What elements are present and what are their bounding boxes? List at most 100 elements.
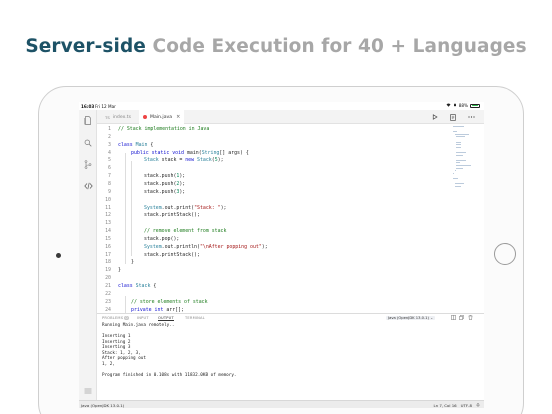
- panel-tabs: PROBLEMS 0 INPUT OUTPUT TERMINAL Java (Op…: [97, 314, 484, 322]
- code-line[interactable]: 13: [97, 220, 437, 228]
- bell-icon[interactable]: [476, 403, 480, 408]
- minimap-line: [456, 144, 461, 146]
- code-editor[interactable]: 1 // Stack implementation in Java 2 3 class …: [97, 124, 484, 313]
- code-icon[interactable]: [83, 181, 93, 191]
- code-line[interactable]: 2: [97, 134, 437, 142]
- code-token: {: [147, 141, 154, 148]
- line-number: 11: [105, 204, 111, 211]
- code-line[interactable]: 10: [97, 197, 437, 205]
- line-text: // Stack implementation in Java: [118, 126, 209, 134]
- status-time: 16:03: [81, 103, 95, 109]
- footer-right: Ln 7, Col 16 UTF-8: [433, 403, 480, 408]
- code-token: System: [144, 204, 162, 211]
- line-number: 21: [105, 283, 111, 289]
- language-select[interactable]: Java (OpenJDK 13.0.1) ⌄: [386, 315, 436, 321]
- more-icon[interactable]: [467, 113, 475, 121]
- code-token: );: [179, 188, 186, 195]
- footer-encoding[interactable]: UTF-8: [461, 403, 472, 408]
- line-text: stack.push(3);: [144, 189, 185, 197]
- copy-icon[interactable]: [459, 315, 464, 322]
- status-bar: 16:03 Fri 12 Mar 88%: [79, 102, 484, 110]
- code-line[interactable]: 21 class Stack {: [97, 283, 437, 291]
- minimap-line: [454, 183, 464, 185]
- code-token: Stack: [135, 283, 151, 289]
- line-text: // store elements of stack: [131, 299, 208, 307]
- line-text: stack.push(1);: [144, 173, 185, 181]
- minimap-line: [456, 159, 466, 161]
- minimap-line: [454, 133, 469, 135]
- tab-label: index.ts: [112, 114, 131, 120]
- editor-minimap[interactable]: [453, 126, 473, 196]
- code-line[interactable]: 23 // store elements of stack: [97, 299, 437, 307]
- code-line[interactable]: 6: [97, 165, 437, 173]
- code-token: main(: [186, 149, 202, 156]
- code-token: );: [217, 157, 224, 164]
- code-line[interactable]: 20: [97, 275, 437, 283]
- code-line[interactable]: 12 stack.printStack();: [97, 212, 437, 220]
- code-line[interactable]: 18}: [97, 259, 437, 267]
- java-file-icon: [143, 115, 147, 119]
- home-button[interactable]: [494, 243, 516, 265]
- code-line[interactable]: 15 stack.pop();: [97, 236, 437, 244]
- trash-icon[interactable]: [468, 315, 473, 322]
- footer-cursor[interactable]: Ln 7, Col 16: [433, 403, 456, 408]
- status-date: Fri 12 Mar: [95, 103, 116, 109]
- code-line[interactable]: 16 System.out.println("\nAfter popping ou…: [97, 244, 437, 252]
- tab-output[interactable]: OUTPUT: [158, 316, 174, 321]
- minimap-line: [456, 141, 461, 143]
- files-icon[interactable]: [83, 115, 93, 125]
- line-text: class Stack {: [118, 283, 156, 291]
- code-token: public static void: [131, 149, 187, 156]
- activity-bar: [79, 110, 97, 400]
- code-token: stack.pop();: [144, 235, 180, 242]
- code-line[interactable]: 11 System.out.print("Stack: ");: [97, 205, 437, 213]
- code-line[interactable]: 7 stack.push(1);: [97, 173, 437, 181]
- output-line: Program finished in 0.108s with 11832.0K…: [102, 372, 237, 378]
- line-text: // remove element from stack: [144, 228, 226, 236]
- code-token: stack.printStack();: [144, 251, 200, 258]
- headline-soft: Code Execution for 40 + Languages: [152, 36, 527, 57]
- line-text: System.out.println("\nAfter popping out"…: [144, 244, 268, 252]
- code-token: arr[];: [166, 306, 185, 313]
- line-number: 19: [105, 267, 111, 274]
- close-tab-icon[interactable]: ×: [176, 114, 180, 120]
- menu-icon[interactable]: [83, 386, 93, 396]
- split-view-icon[interactable]: [451, 315, 456, 322]
- line-text: class Main {: [118, 142, 153, 150]
- minimap-line: [456, 165, 471, 166]
- footer-language[interactable]: Java (OpenJDK 13.0.1): [81, 403, 124, 408]
- line-text: stack.printStack();: [144, 252, 200, 260]
- code-line[interactable]: 17 stack.printStack();: [97, 252, 437, 260]
- tab-index-ts[interactable]: TS index.ts: [101, 110, 135, 124]
- code-line[interactable]: 14 // remove element from stack: [97, 228, 437, 236]
- code-line[interactable]: 4 public static void main(String[] args) …: [97, 150, 437, 158]
- minimap-line: [456, 146, 461, 148]
- code-line[interactable]: 19}: [97, 267, 437, 275]
- headline-strong: Server-side: [25, 36, 146, 57]
- output-line: Running Main.java remotely..: [102, 323, 175, 328]
- code-line[interactable]: 3 class Main {: [97, 142, 437, 150]
- code-line[interactable]: 5 Stack stack = new Stack(5);: [97, 157, 437, 165]
- search-icon[interactable]: [83, 138, 93, 148]
- run-icon[interactable]: [431, 113, 439, 121]
- code-line[interactable]: 8 stack.push(2);: [97, 181, 437, 189]
- code-token: String: [201, 149, 220, 156]
- tab-terminal[interactable]: TERMINAL: [185, 316, 205, 320]
- wifi-icon: [446, 103, 451, 108]
- code-token: .out.print(: [161, 204, 195, 211]
- tab-main-java[interactable]: Main.java ×: [139, 110, 185, 124]
- battery-level: [471, 105, 478, 107]
- code-line[interactable]: 22: [97, 291, 437, 299]
- code-line[interactable]: 9 stack.push(3);: [97, 189, 437, 197]
- code-token: "Stack: ": [194, 204, 221, 211]
- tab-problems[interactable]: PROBLEMS 0: [102, 316, 130, 320]
- tab-input[interactable]: INPUT: [137, 316, 149, 320]
- line-number: 13: [105, 220, 111, 227]
- preview-icon[interactable]: [449, 113, 457, 121]
- line-number: 15: [105, 235, 111, 242]
- line-number: 2: [108, 133, 111, 140]
- line-text: stack.printStack();: [144, 212, 200, 220]
- code-line[interactable]: 1 // Stack implementation in Java: [97, 126, 437, 134]
- source-control-icon[interactable]: [83, 159, 93, 169]
- line-number: 9: [108, 188, 111, 195]
